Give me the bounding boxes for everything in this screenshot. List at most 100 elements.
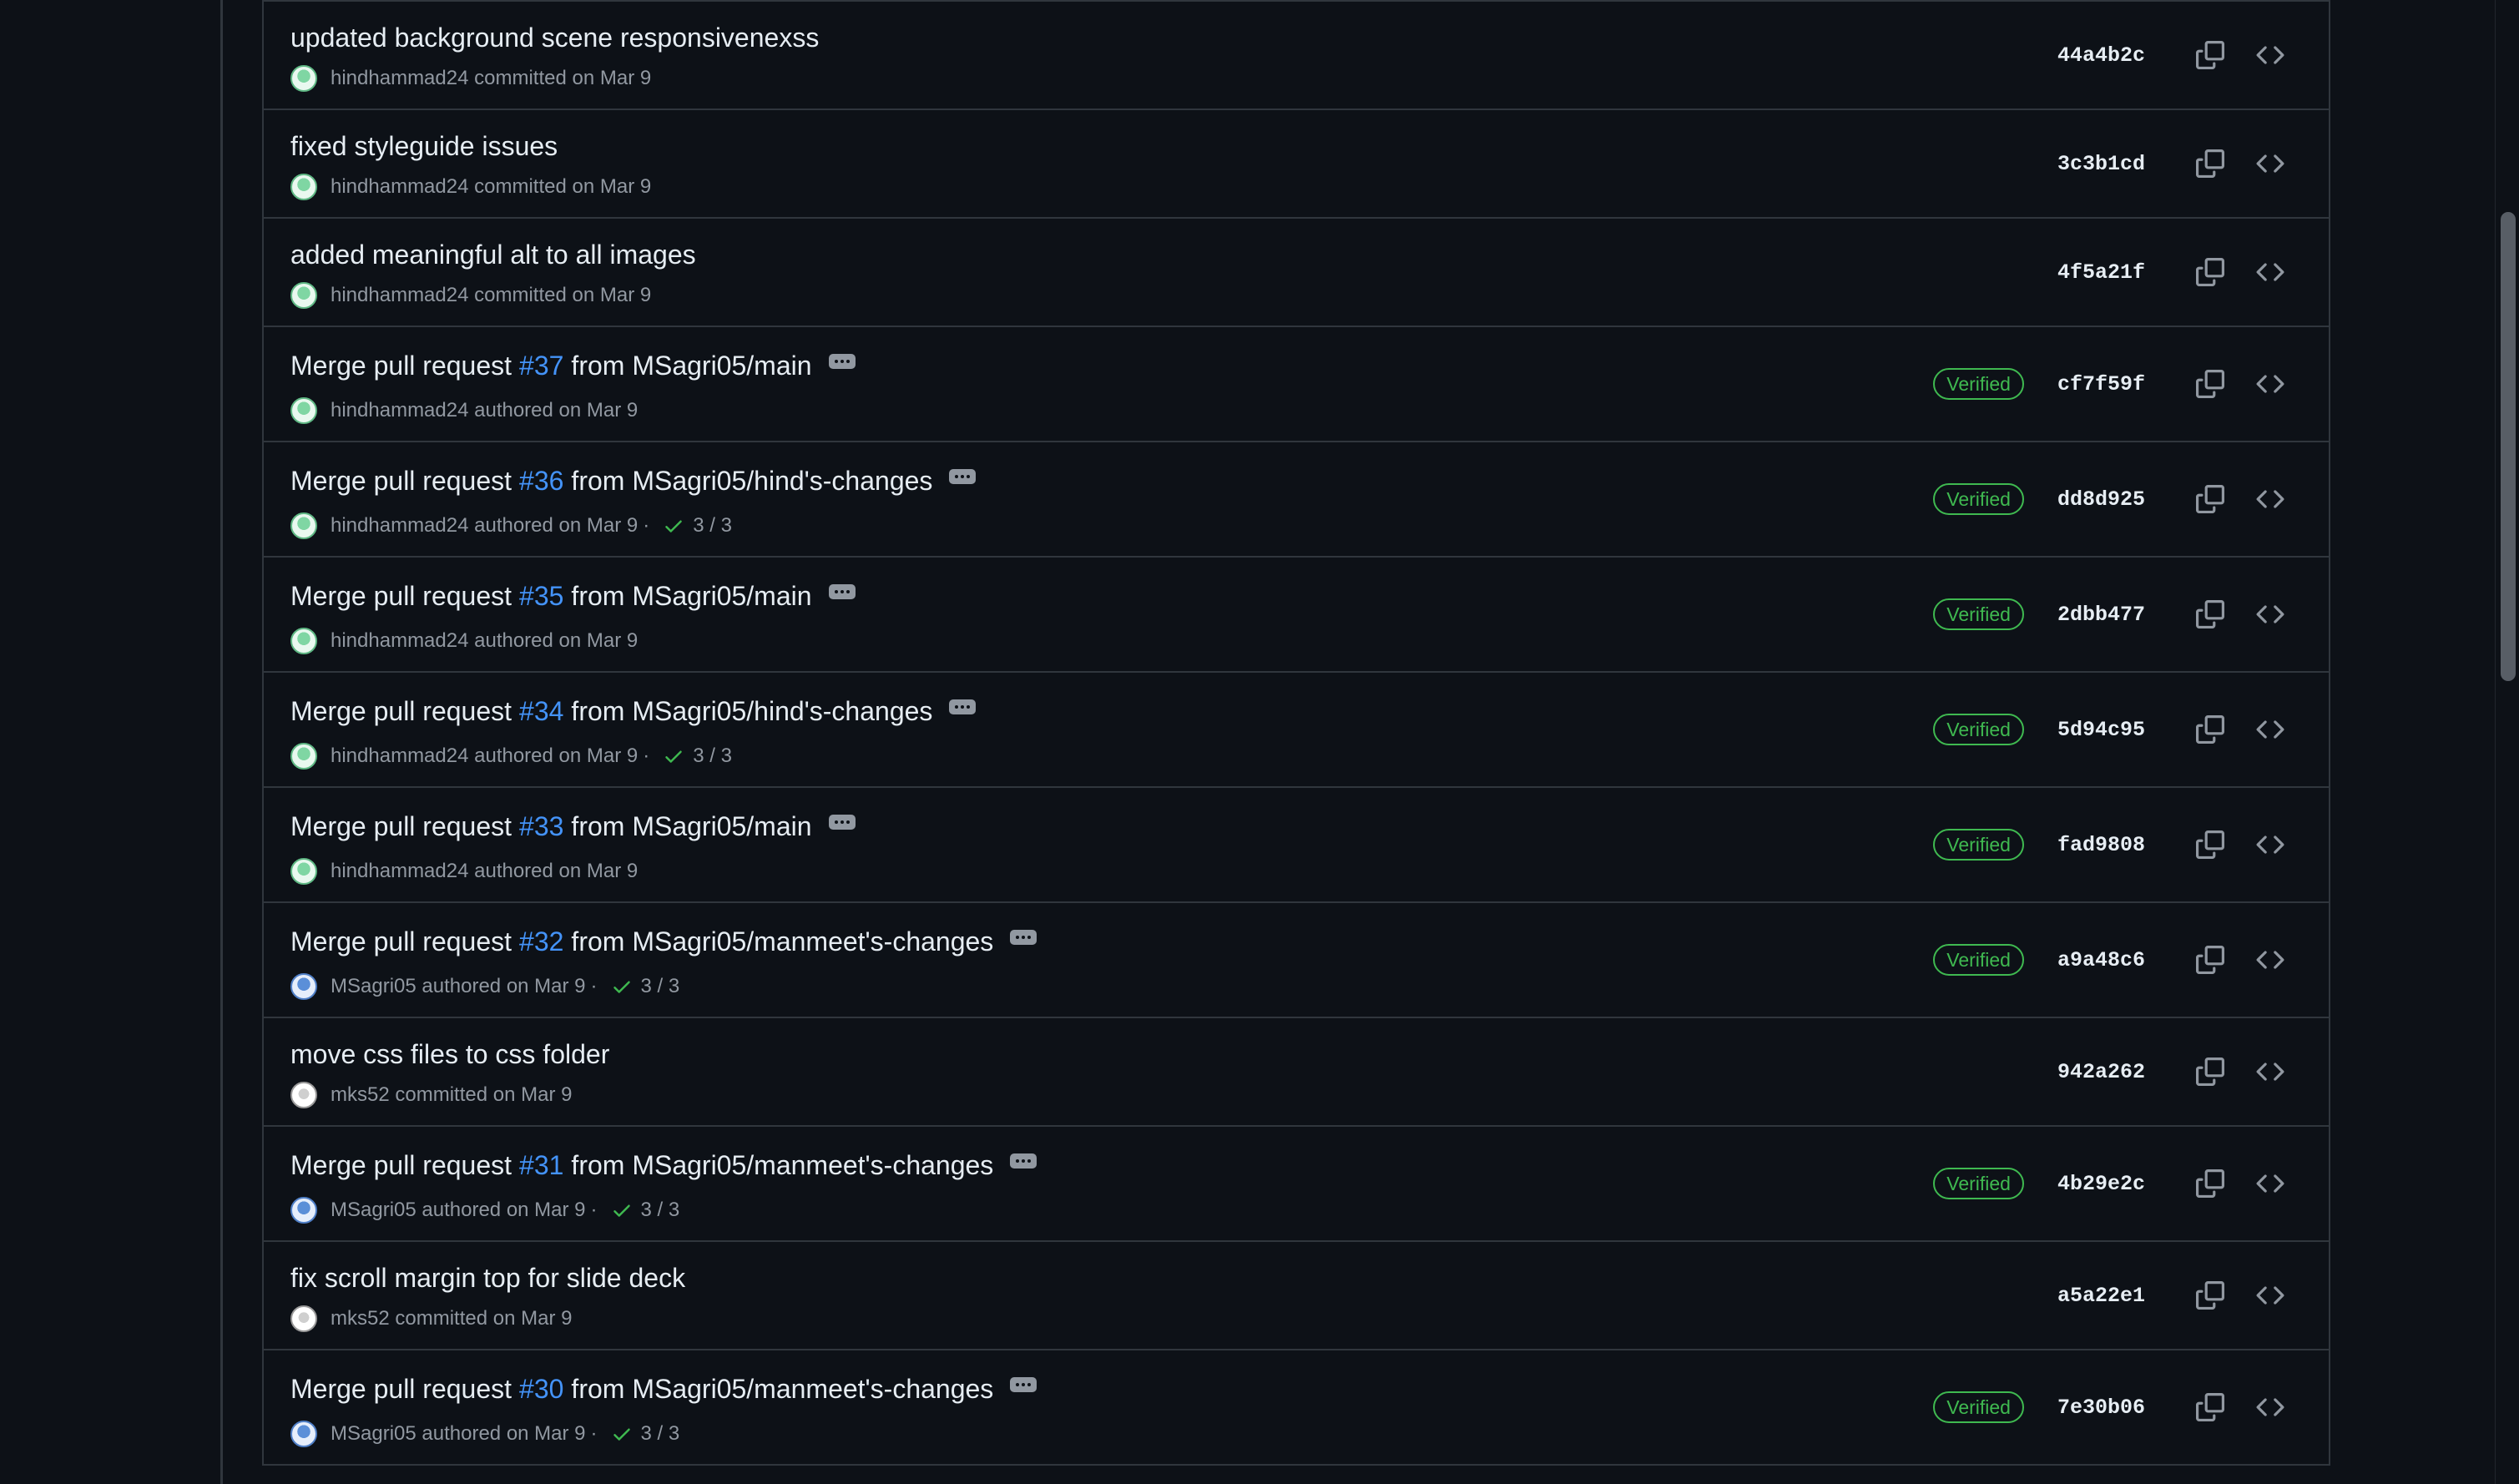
pull-request-link[interactable]: #35: [519, 581, 563, 612]
copy-icon[interactable]: [2192, 481, 2229, 517]
pull-request-link[interactable]: #30: [519, 1374, 563, 1405]
commit-title[interactable]: Merge pull request #31 from MSagri05/manme…: [290, 1150, 1037, 1181]
commit-message[interactable]: Merge pull request: [290, 1150, 512, 1181]
ellipsis-icon[interactable]: [949, 699, 977, 714]
commit-message[interactable]: Merge pull request: [290, 926, 512, 957]
avatar[interactable]: [290, 174, 317, 200]
commit-message-branch[interactable]: from MSagri05/hind's-changes: [571, 696, 932, 727]
avatar[interactable]: [290, 282, 317, 309]
commit-message-branch[interactable]: from MSagri05/manmeet's-changes: [571, 1150, 993, 1181]
commit-sha-link[interactable]: a5a22e1: [2057, 1284, 2145, 1308]
check-icon[interactable]: [611, 1199, 633, 1221]
verified-badge[interactable]: Verified: [1933, 714, 2024, 745]
code-icon[interactable]: [2252, 941, 2289, 978]
page-scrollbar[interactable]: [2495, 0, 2519, 1484]
code-icon[interactable]: [2252, 366, 2289, 402]
scrollbar-thumb[interactable]: [2501, 212, 2516, 681]
commit-title[interactable]: updated background scene responsivenexss: [290, 23, 819, 53]
author-link[interactable]: hindhammad24: [331, 514, 468, 538]
copy-icon[interactable]: [2192, 37, 2229, 73]
commit-sha-link[interactable]: 2dbb477: [2057, 603, 2145, 627]
commit-sha-link[interactable]: 5d94c95: [2057, 718, 2145, 742]
commit-message[interactable]: fix scroll margin top for slide deck: [290, 1263, 685, 1294]
commit-title[interactable]: added meaningful alt to all images: [290, 240, 696, 270]
pull-request-link[interactable]: #36: [519, 466, 563, 497]
commit-message[interactable]: fixed styleguide issues: [290, 131, 558, 162]
commit-sha-link[interactable]: 4f5a21f: [2057, 260, 2145, 285]
commit-title[interactable]: move css files to css folder: [290, 1039, 609, 1070]
author-link[interactable]: hindhammad24: [331, 860, 468, 883]
commit-title[interactable]: fix scroll margin top for slide deck: [290, 1263, 685, 1294]
check-icon[interactable]: [611, 1423, 633, 1445]
commit-sha-link[interactable]: a9a48c6: [2057, 948, 2145, 972]
code-icon[interactable]: [2252, 1053, 2289, 1090]
commit-title[interactable]: Merge pull request #30 from MSagri05/manme…: [290, 1374, 1037, 1405]
copy-icon[interactable]: [2192, 1053, 2229, 1090]
commit-title[interactable]: Merge pull request #34 from MSagri05/hind'…: [290, 696, 977, 727]
commit-sha-link[interactable]: fad9808: [2057, 833, 2145, 857]
commit-message-branch[interactable]: from MSagri05/manmeet's-changes: [571, 926, 993, 957]
commit-title[interactable]: Merge pull request #35 from MSagri05/main: [290, 581, 856, 612]
commit-message-branch[interactable]: from MSagri05/main: [571, 811, 811, 842]
verified-badge[interactable]: Verified: [1933, 368, 2024, 400]
verified-badge[interactable]: Verified: [1933, 944, 2024, 976]
author-link[interactable]: mks52: [331, 1083, 390, 1107]
code-icon[interactable]: [2252, 826, 2289, 863]
avatar[interactable]: [290, 1421, 317, 1447]
ellipsis-icon[interactable]: [1010, 1153, 1037, 1169]
author-link[interactable]: MSagri05: [331, 1422, 416, 1446]
author-link[interactable]: mks52: [331, 1307, 390, 1330]
commit-title[interactable]: Merge pull request #33 from MSagri05/main: [290, 811, 856, 842]
checks-status[interactable]: 3 / 3: [641, 1422, 680, 1446]
ellipsis-icon[interactable]: [1010, 929, 1037, 945]
commit-message[interactable]: Merge pull request: [290, 581, 512, 612]
commit-message[interactable]: Merge pull request: [290, 696, 512, 727]
avatar[interactable]: [290, 1082, 317, 1108]
copy-icon[interactable]: [2192, 1389, 2229, 1426]
code-icon[interactable]: [2252, 596, 2289, 633]
commit-message-branch[interactable]: from MSagri05/main: [571, 581, 811, 612]
code-icon[interactable]: [2252, 145, 2289, 182]
code-icon[interactable]: [2252, 37, 2289, 73]
check-icon[interactable]: [611, 976, 633, 997]
copy-icon[interactable]: [2192, 145, 2229, 182]
ellipsis-icon[interactable]: [828, 814, 856, 830]
copy-icon[interactable]: [2192, 596, 2229, 633]
commit-message[interactable]: added meaningful alt to all images: [290, 240, 696, 270]
commit-title[interactable]: Merge pull request #32 from MSagri05/manme…: [290, 926, 1037, 957]
author-link[interactable]: hindhammad24: [331, 745, 468, 768]
avatar[interactable]: [290, 628, 317, 654]
copy-icon[interactable]: [2192, 826, 2229, 863]
commit-title[interactable]: Merge pull request #37 from MSagri05/main: [290, 351, 856, 381]
copy-icon[interactable]: [2192, 941, 2229, 978]
ellipsis-icon[interactable]: [828, 583, 856, 599]
avatar[interactable]: [290, 397, 317, 424]
check-icon[interactable]: [663, 745, 684, 767]
avatar[interactable]: [290, 65, 317, 92]
commit-message[interactable]: Merge pull request: [290, 466, 512, 497]
avatar[interactable]: [290, 512, 317, 539]
checks-status[interactable]: 3 / 3: [641, 975, 680, 998]
code-icon[interactable]: [2252, 1277, 2289, 1314]
pull-request-link[interactable]: #33: [519, 811, 563, 842]
verified-badge[interactable]: Verified: [1933, 1168, 2024, 1199]
copy-icon[interactable]: [2192, 366, 2229, 402]
ellipsis-icon[interactable]: [828, 353, 856, 369]
commit-message-branch[interactable]: from MSagri05/manmeet's-changes: [571, 1374, 993, 1405]
copy-icon[interactable]: [2192, 1165, 2229, 1202]
code-icon[interactable]: [2252, 481, 2289, 517]
author-link[interactable]: hindhammad24: [331, 284, 468, 307]
commit-message[interactable]: Merge pull request: [290, 351, 512, 381]
commit-sha-link[interactable]: 44a4b2c: [2057, 43, 2145, 68]
commit-sha-link[interactable]: dd8d925: [2057, 487, 2145, 512]
ellipsis-icon[interactable]: [1010, 1376, 1037, 1392]
verified-badge[interactable]: Verified: [1933, 829, 2024, 861]
author-link[interactable]: MSagri05: [331, 975, 416, 998]
commit-title[interactable]: Merge pull request #36 from MSagri05/hind'…: [290, 466, 977, 497]
author-link[interactable]: hindhammad24: [331, 67, 468, 90]
avatar[interactable]: [290, 1197, 317, 1224]
code-icon[interactable]: [2252, 1389, 2289, 1426]
checks-status[interactable]: 3 / 3: [693, 745, 732, 768]
author-link[interactable]: hindhammad24: [331, 175, 468, 199]
copy-icon[interactable]: [2192, 254, 2229, 290]
